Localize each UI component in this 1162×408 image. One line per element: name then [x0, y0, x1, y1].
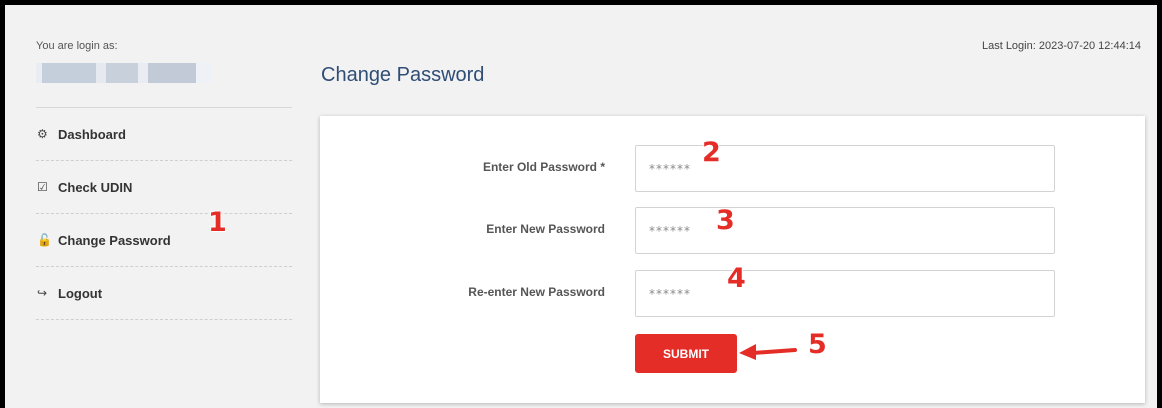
dashboard-icon: ⚙ — [37, 127, 48, 141]
sidebar-nav: ⚙ Dashboard ☑ Check UDIN 🔓 Change Passwo… — [36, 108, 292, 320]
new-password-label: Enter New Password — [486, 222, 605, 236]
step-marker-2: 2 — [702, 137, 721, 168]
old-password-label: Enter Old Password * — [482, 160, 605, 174]
arrow-left-icon — [739, 344, 797, 360]
step-marker-1: 1 — [208, 207, 227, 238]
sidebar-item-label: Dashboard — [58, 126, 126, 142]
blurred-username — [36, 63, 212, 83]
old-password-input[interactable] — [635, 145, 1055, 192]
confirm-password-input[interactable] — [635, 270, 1055, 317]
step-marker-4: 4 — [727, 263, 746, 294]
logout-icon: ↪ — [37, 286, 48, 300]
page-title: Change Password — [321, 64, 485, 86]
change-password-form: Enter Old Password * Enter New Password … — [320, 116, 1145, 403]
step-marker-3: 3 — [716, 205, 735, 236]
sidebar: You are login as: ⚙ Dashboard ☑ Check UD… — [36, 5, 292, 408]
submit-button[interactable]: SUBMIT — [635, 334, 737, 373]
check-icon: ☑ — [37, 180, 48, 194]
sidebar-item-label: Check UDIN — [58, 179, 133, 195]
app-frame: You are login as: ⚙ Dashboard ☑ Check UD… — [0, 0, 1162, 408]
sidebar-item-change-password[interactable]: 🔓 Change Password — [36, 214, 292, 267]
new-password-input[interactable] — [635, 207, 1055, 254]
sidebar-item-check-udin[interactable]: ☑ Check UDIN — [36, 161, 292, 214]
login-as-label: You are login as: — [36, 40, 118, 52]
last-login-text: Last Login: 2023-07-20 12:44:14 — [981, 40, 1141, 52]
sidebar-item-label: Change Password — [58, 232, 171, 248]
sidebar-item-logout[interactable]: ↪ Logout — [36, 267, 292, 320]
step-marker-5: 5 — [808, 329, 827, 360]
sidebar-item-label: Logout — [58, 285, 103, 301]
sidebar-item-dashboard[interactable]: ⚙ Dashboard — [36, 108, 292, 161]
confirm-password-label: Re-enter New Password — [468, 285, 605, 299]
lock-icon: 🔓 — [37, 233, 52, 247]
